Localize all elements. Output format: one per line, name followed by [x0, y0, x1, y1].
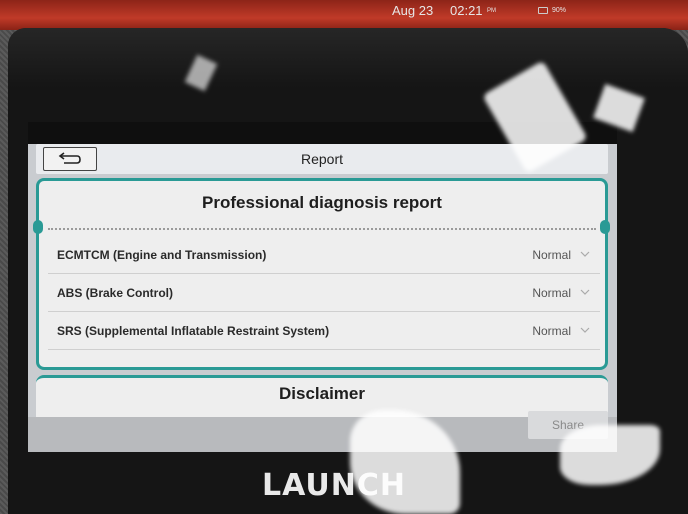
report-row-abs[interactable]: ABS (Brake Control) Normal — [48, 274, 600, 312]
status-time: 02:21 — [450, 3, 483, 18]
device-case-rim — [0, 0, 688, 30]
chevron-down-icon — [580, 289, 590, 295]
status-date: Aug 23 — [392, 3, 434, 18]
report-row-srs[interactable]: SRS (Supplemental Inflatable Restraint S… — [48, 312, 600, 350]
card-notch-right — [600, 220, 610, 234]
card-notch-left — [33, 220, 43, 234]
report-heading: Professional diagnosis report — [202, 193, 442, 212]
report-row-ecmtcm[interactable]: ECMTCM (Engine and Transmission) Normal — [48, 236, 600, 274]
row-label: SRS (Supplemental Inflatable Restraint S… — [57, 324, 330, 338]
disclaimer-heading: Disclaimer — [279, 384, 365, 403]
chevron-down-icon — [580, 327, 590, 333]
dotted-divider — [48, 228, 596, 230]
row-label: ABS (Brake Control) — [57, 286, 174, 300]
row-label: ECMTCM (Engine and Transmission) — [57, 248, 267, 262]
row-status: Normal — [532, 286, 571, 300]
row-status: Normal — [532, 248, 571, 262]
status-ampm: PM — [487, 8, 496, 14]
row-status: Normal — [532, 324, 571, 338]
bezel-shine — [8, 28, 688, 88]
battery-icon — [538, 7, 548, 14]
battery-level: 90% — [552, 7, 567, 14]
chevron-down-icon — [580, 251, 590, 257]
